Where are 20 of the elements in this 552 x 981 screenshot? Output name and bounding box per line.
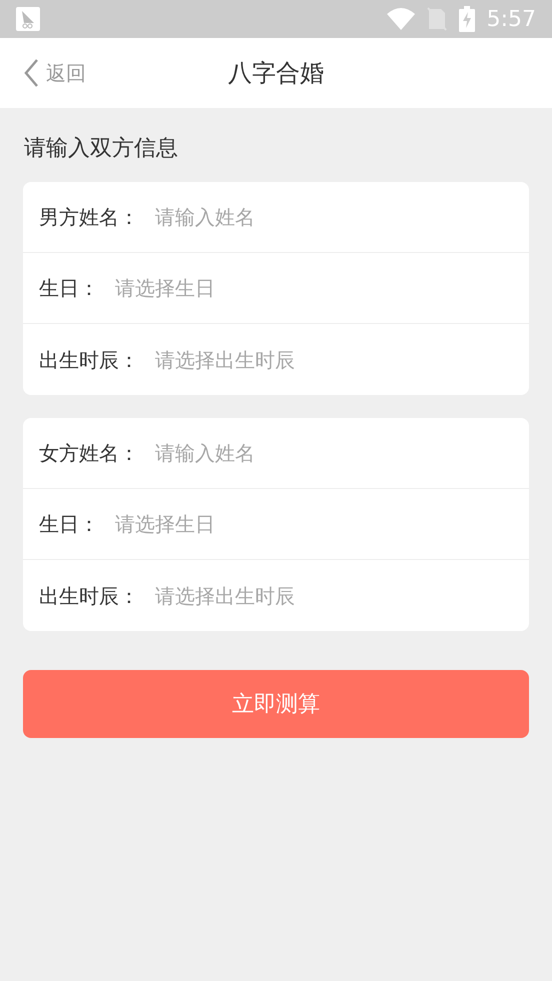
back-chevron-icon xyxy=(24,59,38,87)
battery-charging-icon xyxy=(458,6,475,32)
field-label: 生日： xyxy=(39,275,99,302)
page-title: 八字合婚 xyxy=(228,58,324,89)
field-label: 出生时辰： xyxy=(39,582,139,610)
field-label: 出生时辰： xyxy=(39,346,139,374)
input-field[interactable]: 请选择生日 xyxy=(115,509,513,539)
input-field[interactable]: 请选择出生时辰 xyxy=(155,580,513,610)
field-label: 男方姓名： xyxy=(39,204,139,231)
back-button[interactable]: 返回 xyxy=(0,58,86,88)
section-title: 请输入双方信息 xyxy=(23,135,179,163)
input-field[interactable]: 请选择生日 xyxy=(115,273,513,303)
field-label: 女方姓名： xyxy=(39,440,139,467)
app-icon xyxy=(16,7,40,31)
submit-button[interactable]: 立即测算 xyxy=(23,670,529,738)
input-field[interactable]: 请选择出生时辰 xyxy=(155,344,513,374)
input-field[interactable]: 请输入姓名 xyxy=(155,202,513,232)
wifi-icon xyxy=(386,8,415,30)
field-label: 生日： xyxy=(39,511,99,538)
input-field[interactable]: 请输入姓名 xyxy=(155,438,513,468)
